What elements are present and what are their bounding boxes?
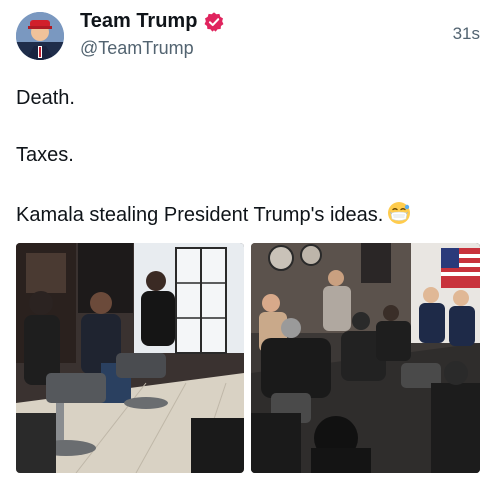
media-grid <box>16 243 480 473</box>
photo-barbershop-2[interactable] <box>251 243 480 473</box>
face-with-medical-mask-emoji-icon <box>388 202 411 224</box>
tweet-line-2: Taxes. <box>16 144 74 166</box>
timestamp[interactable]: 31s <box>453 24 480 44</box>
tweet-header: Team Trump @TeamTrump 31s <box>16 8 486 64</box>
verified-badge-icon <box>204 11 224 32</box>
handle[interactable]: @TeamTrump <box>80 38 194 59</box>
tweet-line-1: Death. <box>16 87 75 109</box>
avatar[interactable] <box>16 12 64 60</box>
barbershop-photo-2 <box>251 243 480 473</box>
tweet-line-3: Kamala stealing President Trump's ideas. <box>16 201 411 227</box>
tweet-line-3-text: Kamala stealing President Trump's ideas. <box>16 204 384 226</box>
photo-barbershop-1[interactable] <box>16 243 244 473</box>
avatar-image <box>16 12 64 60</box>
display-name[interactable]: Team Trump <box>80 10 197 33</box>
name-row: Team Trump <box>80 10 225 33</box>
barbershop-photo-1 <box>16 243 244 473</box>
